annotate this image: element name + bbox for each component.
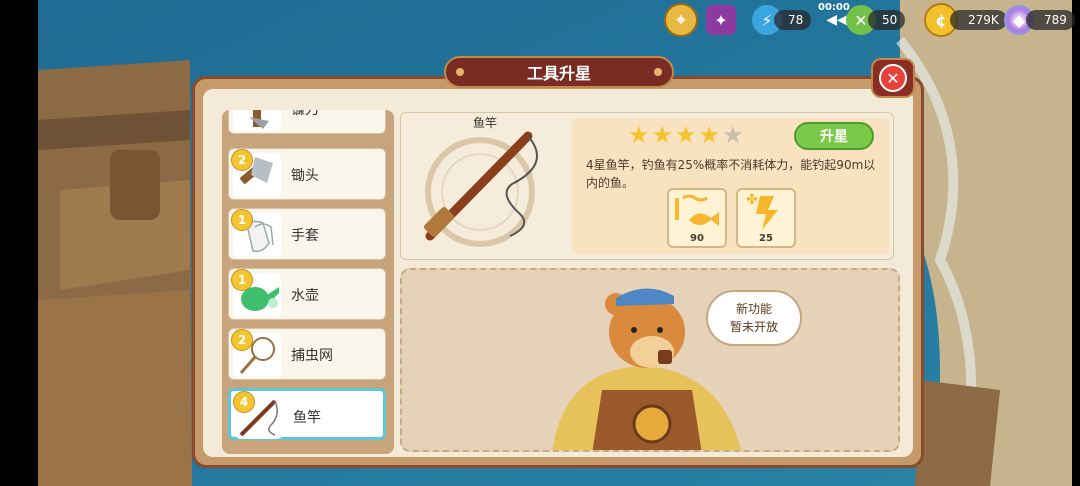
sickle-icon xyxy=(233,110,281,131)
star-icon-empty: ★ xyxy=(722,121,744,149)
feature-locked-area xyxy=(400,268,900,452)
tool-label: 水壶 xyxy=(291,288,319,304)
stamina-save-icon: ✤ xyxy=(746,192,778,230)
fishing-rod-illustration xyxy=(402,114,566,256)
speech-bubble: 新功能 暂未开放 xyxy=(706,290,802,346)
panel-title: 工具升星 xyxy=(444,56,674,88)
book-icon[interactable]: ✦ xyxy=(706,5,736,35)
star-icon-filled: ★ xyxy=(698,121,721,149)
rivet-left xyxy=(456,68,464,76)
rivet-right xyxy=(654,68,662,76)
level-badge: 1 xyxy=(231,269,253,291)
star-icon-filled: ★ xyxy=(651,121,674,149)
gems-value: 789 xyxy=(1026,10,1075,30)
screen-edge-right xyxy=(1072,0,1080,486)
svg-text:✤: ✤ xyxy=(746,192,758,208)
list-item-hoe[interactable]: 2 锄头 xyxy=(228,148,386,200)
badge-value: 25 xyxy=(759,233,773,244)
notice-line-1: 新功能 xyxy=(735,302,772,316)
star-icon-filled: ★ xyxy=(675,121,697,149)
detail-tool-name: 鱼竿 xyxy=(472,116,497,130)
tool-label: 锄头 xyxy=(291,168,319,184)
badge-value: 90 xyxy=(690,233,704,244)
tool-label: 手套 xyxy=(291,228,319,244)
level-badge: 4 xyxy=(233,391,255,413)
list-item-sickle[interactable]: 镰刀 xyxy=(228,110,386,134)
list-item-watering-can[interactable]: 1 水壶 xyxy=(228,268,386,320)
energy-value: 78 xyxy=(774,10,812,30)
tool-description: 4星鱼竿，钓鱼有25%概率不消耗体力，能钓起90m以内的鱼。 xyxy=(586,158,876,190)
hud-energy: ⚡ 78 xyxy=(752,4,812,36)
star-icon-filled: ★ xyxy=(628,121,650,149)
upgrade-star-button[interactable]: 升星 xyxy=(794,122,874,150)
hud-coins: ¢ 279K xyxy=(924,3,1007,37)
compass-icon[interactable]: ⌖ xyxy=(664,3,698,37)
fish-depth-badge[interactable]: 90 xyxy=(667,188,727,248)
level-badge: 2 xyxy=(231,149,253,171)
list-item-fishing-rod[interactable]: 4 鱼竿 xyxy=(228,388,386,440)
level-badge: 1 xyxy=(231,209,253,231)
coins-value: 279K xyxy=(950,10,1007,30)
stamina-value: 50 xyxy=(868,10,906,30)
star-rating: ★ ★ ★ ★ ★ xyxy=(628,122,744,148)
tool-label: 捕虫网 xyxy=(291,348,333,364)
tool-label: 鱼竿 xyxy=(293,410,321,426)
notice-line-2: 暂未开放 xyxy=(729,320,778,334)
tool-label: 镰刀 xyxy=(291,110,319,118)
tool-list[interactable]: 镰刀 2 锄头 1 手套 1 水壶 2 捕虫网 4 鱼竿 xyxy=(222,110,394,454)
list-item-gloves[interactable]: 1 手套 xyxy=(228,208,386,260)
bear-mascot-illustration xyxy=(552,288,741,450)
hud-gems: ◆ 789 xyxy=(1004,4,1075,36)
hud-bar: ⌖ xyxy=(664,3,698,37)
list-item-bug-net[interactable]: 2 捕虫网 xyxy=(228,328,386,380)
close-button[interactable]: ✕ xyxy=(871,58,915,98)
panel-title-text: 工具升星 xyxy=(526,64,591,83)
hud-book: ✦ xyxy=(706,4,736,36)
stamina-save-badge[interactable]: ✤ 25 xyxy=(736,188,796,248)
screen-edge-left xyxy=(0,0,38,486)
hud-stamina: ✕ 50 xyxy=(846,4,906,36)
close-icon: ✕ xyxy=(879,64,907,92)
level-badge: 2 xyxy=(231,329,253,351)
fish-depth-icon xyxy=(675,194,719,226)
